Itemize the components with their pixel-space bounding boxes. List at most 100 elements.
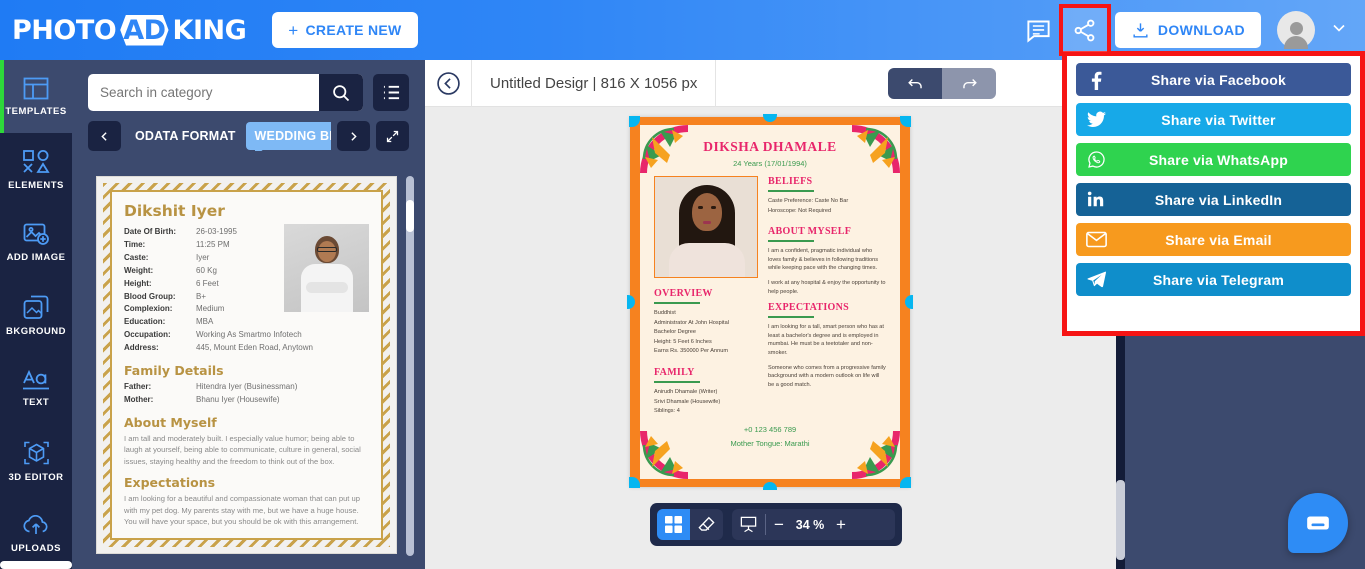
- zoom-in-button[interactable]: +: [828, 515, 854, 535]
- add-image-icon: [23, 223, 49, 245]
- download-button[interactable]: DOWNLOAD: [1114, 12, 1261, 48]
- whatsapp-icon: [1076, 150, 1116, 169]
- account-chevron-down-icon[interactable]: [1329, 18, 1349, 43]
- field-key: Address:: [124, 343, 159, 353]
- field-key: Weight:: [124, 265, 154, 275]
- overview-item: Administrator At John Hospital: [654, 319, 729, 326]
- family-item: Anirudh Dhamale (Writer): [654, 388, 718, 395]
- resize-handle-top-right[interactable]: [900, 116, 911, 127]
- sidebar-item-label: UPLOADS: [11, 543, 61, 554]
- design-photo[interactable]: [654, 176, 758, 278]
- resize-handle-top[interactable]: [763, 114, 777, 122]
- category-tab-odata-format[interactable]: ODATA FORMAT: [127, 123, 244, 149]
- search-input[interactable]: [88, 74, 319, 111]
- preview-photo: [284, 224, 369, 312]
- list-view-icon[interactable]: [373, 74, 409, 111]
- sidebar-item-label: ELEMENTS: [8, 179, 64, 191]
- category-prev-button[interactable]: [88, 121, 121, 151]
- message-icon[interactable]: [1017, 8, 1061, 52]
- field-key: Date Of Birth:: [124, 227, 176, 236]
- search-box[interactable]: [88, 74, 363, 111]
- elements-icon: [23, 149, 50, 173]
- rail-bottom-scrollbar[interactable]: [0, 561, 72, 569]
- facebook-icon: [1076, 70, 1116, 90]
- grid-icon[interactable]: [657, 509, 690, 540]
- field-value: B+: [196, 291, 207, 301]
- chat-button[interactable]: [1288, 493, 1348, 553]
- expand-icon[interactable]: [376, 121, 409, 151]
- back-circle-icon[interactable]: [425, 71, 471, 96]
- share-via-whatsapp-button[interactable]: Share via WhatsApp: [1076, 143, 1351, 176]
- resize-handle-bottom[interactable]: [763, 482, 777, 490]
- field-value: Bhanu Iyer (Housewife): [196, 394, 280, 404]
- share-via-facebook-button[interactable]: Share via Facebook: [1076, 63, 1351, 96]
- share-via-twitter-button[interactable]: Share via Twitter: [1076, 103, 1351, 136]
- redo-button[interactable]: [942, 67, 997, 99]
- resize-handle-right[interactable]: [905, 295, 913, 309]
- create-new-button[interactable]: + CREATE NEW: [272, 12, 418, 48]
- resize-handle-top-left[interactable]: [629, 116, 640, 127]
- category-next-button[interactable]: [337, 121, 370, 151]
- sidebar-item-text[interactable]: TEXT: [0, 352, 72, 425]
- beliefs-item: Horoscope: Not Required: [768, 207, 832, 214]
- resize-handle-bottom-right[interactable]: [900, 477, 911, 488]
- sidebar-item-3d-editor[interactable]: 3D EDITOR: [0, 425, 72, 498]
- document-title[interactable]: Untitled Desigr | 816 X 1056 px: [471, 59, 717, 107]
- design-canvas[interactable]: DIKSHA DHAMALE 24 Years (17/01/1994) OVE…: [627, 114, 913, 490]
- field-key: Height:: [124, 278, 152, 288]
- mandala-corner-icon: [640, 431, 688, 479]
- right-panel-scrollbar[interactable]: [1116, 480, 1125, 560]
- sidebar-item-label: ADD IMAGE: [6, 252, 66, 263]
- overview-heading: OVERVIEW: [654, 288, 713, 299]
- family-heading: FAMILY: [654, 366, 695, 378]
- share-button[interactable]: [1058, 4, 1111, 56]
- share-item-label: Share via LinkedIn: [1154, 191, 1283, 208]
- overview-item: Bachelor Degree: [654, 329, 696, 336]
- template-panel-scrollbar[interactable]: [406, 176, 414, 556]
- biodata-preview: Dikshit Iyer Date Of Birth: 26-03-1995 Ti…: [103, 183, 390, 547]
- mandala-corner-icon: [852, 125, 900, 173]
- eraser-icon[interactable]: [690, 509, 723, 540]
- templates-icon: [23, 77, 49, 99]
- field-value: Hitendra Iyer (Businessman): [196, 382, 298, 392]
- sidebar-item-add-image[interactable]: ADD IMAGE: [0, 206, 72, 279]
- field-key: Time:: [124, 239, 146, 249]
- share-via-linkedin-button[interactable]: Share via LinkedIn: [1076, 183, 1351, 216]
- template-card-preview[interactable]: Dikshit Iyer Date Of Birth: 26-03-1995 Ti…: [96, 176, 397, 554]
- sidebar-item-bkground[interactable]: BKGROUND: [0, 279, 72, 352]
- logo[interactable]: PHOTO AD KING: [12, 14, 247, 46]
- zoom-out-button[interactable]: −: [766, 515, 792, 535]
- resize-handle-left[interactable]: [627, 295, 635, 309]
- share-item-label: Share via Email: [1165, 231, 1272, 248]
- category-tab-wedding-biodata[interactable]: WEDDING BIODATA: [245, 122, 331, 151]
- chat-icon: [1307, 516, 1329, 530]
- undo-redo-group: [888, 67, 997, 99]
- field-value: 445, Mount Eden Road, Anytown: [196, 343, 313, 353]
- overview-item: Earns Rs. 350000 Per Annum: [654, 348, 729, 355]
- undo-button[interactable]: [888, 67, 943, 99]
- preview-family-row: Mother: Bhanu Iyer (Housewife): [124, 394, 369, 407]
- sidebar-item-elements[interactable]: ELEMENTS: [0, 133, 72, 206]
- family-item: Srivi Dhamale (Housewife): [654, 398, 721, 405]
- search-icon[interactable]: [319, 74, 363, 111]
- field-value: 6 Feet: [196, 278, 219, 288]
- share-via-email-button[interactable]: Share via Email: [1076, 223, 1351, 256]
- share-via-telegram-button[interactable]: Share via Telegram: [1076, 263, 1351, 296]
- share-item-label: Share via Facebook: [1150, 71, 1287, 88]
- text-icon: [23, 369, 49, 390]
- design-right-column: BELIEFS Caste Preference: Caste No Bar H…: [768, 176, 886, 417]
- field-key: Blood Group:: [124, 291, 176, 301]
- preview-name: Dikshit Iyer: [124, 202, 225, 220]
- sidebar-item-templates[interactable]: TEMPLATES: [0, 60, 72, 133]
- preview-field-row: Occupation: Working As Smartmo Infotech: [124, 329, 369, 342]
- sidebar-item-uploads[interactable]: UPLOADS: [0, 498, 72, 569]
- canvas-area[interactable]: DIKSHA DHAMALE 24 Years (17/01/1994) OVE…: [425, 107, 1116, 569]
- create-new-label: CREATE NEW: [305, 22, 402, 38]
- preview-about-text: I am tall and moderately built. I especi…: [124, 433, 361, 466]
- resize-handle-bottom-left[interactable]: [629, 477, 640, 488]
- preview-family-heading: Family Details: [124, 363, 224, 379]
- avatar[interactable]: [1277, 11, 1315, 49]
- zoom-group: − 34 % +: [732, 509, 895, 540]
- present-icon[interactable]: [732, 509, 765, 540]
- download-label: DOWNLOAD: [1157, 22, 1245, 38]
